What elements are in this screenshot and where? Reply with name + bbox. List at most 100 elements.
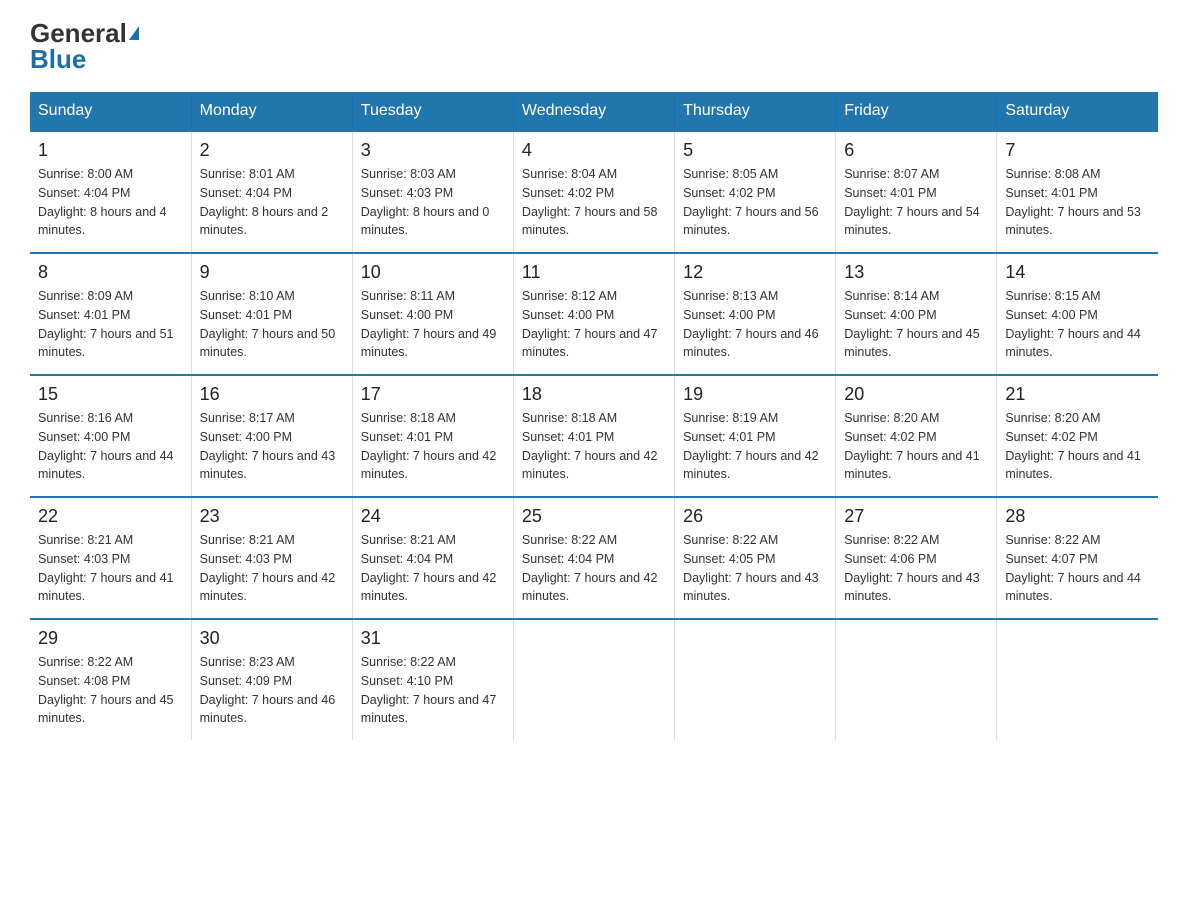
sunset-label: Sunset: 4:03 PM (361, 186, 453, 200)
sunset-label: Sunset: 4:01 PM (522, 430, 614, 444)
day-number: 21 (1005, 384, 1150, 405)
calendar-table: SundayMondayTuesdayWednesdayThursdayFrid… (30, 92, 1158, 740)
day-info: Sunrise: 8:05 AM Sunset: 4:02 PM Dayligh… (683, 165, 827, 240)
calendar-cell: 26 Sunrise: 8:22 AM Sunset: 4:05 PM Dayl… (675, 497, 836, 619)
header-monday: Monday (191, 92, 352, 131)
header-tuesday: Tuesday (352, 92, 513, 131)
day-info: Sunrise: 8:09 AM Sunset: 4:01 PM Dayligh… (38, 287, 183, 362)
calendar-week-row: 8 Sunrise: 8:09 AM Sunset: 4:01 PM Dayli… (30, 253, 1158, 375)
sunset-label: Sunset: 4:08 PM (38, 674, 130, 688)
day-number: 6 (844, 140, 988, 161)
sunset-label: Sunset: 4:04 PM (522, 552, 614, 566)
header: General Blue (30, 20, 1158, 72)
daylight-label: Daylight: 7 hours and 45 minutes. (844, 327, 980, 360)
logo: General Blue (30, 20, 139, 72)
calendar-cell (675, 619, 836, 740)
header-thursday: Thursday (675, 92, 836, 131)
calendar-cell: 23 Sunrise: 8:21 AM Sunset: 4:03 PM Dayl… (191, 497, 352, 619)
day-info: Sunrise: 8:21 AM Sunset: 4:04 PM Dayligh… (361, 531, 505, 606)
sunrise-label: Sunrise: 8:20 AM (1005, 411, 1100, 425)
calendar-cell: 28 Sunrise: 8:22 AM Sunset: 4:07 PM Dayl… (997, 497, 1158, 619)
day-info: Sunrise: 8:13 AM Sunset: 4:00 PM Dayligh… (683, 287, 827, 362)
day-number: 3 (361, 140, 505, 161)
daylight-label: Daylight: 7 hours and 56 minutes. (683, 205, 819, 238)
calendar-header-row: SundayMondayTuesdayWednesdayThursdayFrid… (30, 92, 1158, 131)
day-number: 24 (361, 506, 505, 527)
sunrise-label: Sunrise: 8:22 AM (844, 533, 939, 547)
day-number: 11 (522, 262, 666, 283)
calendar-cell: 6 Sunrise: 8:07 AM Sunset: 4:01 PM Dayli… (836, 131, 997, 253)
day-number: 25 (522, 506, 666, 527)
calendar-cell: 5 Sunrise: 8:05 AM Sunset: 4:02 PM Dayli… (675, 131, 836, 253)
sunrise-label: Sunrise: 8:10 AM (200, 289, 295, 303)
day-number: 7 (1005, 140, 1150, 161)
calendar-cell: 9 Sunrise: 8:10 AM Sunset: 4:01 PM Dayli… (191, 253, 352, 375)
sunrise-label: Sunrise: 8:17 AM (200, 411, 295, 425)
calendar-cell: 15 Sunrise: 8:16 AM Sunset: 4:00 PM Dayl… (30, 375, 191, 497)
sunrise-label: Sunrise: 8:19 AM (683, 411, 778, 425)
sunset-label: Sunset: 4:04 PM (38, 186, 130, 200)
sunset-label: Sunset: 4:01 PM (844, 186, 936, 200)
sunset-label: Sunset: 4:01 PM (683, 430, 775, 444)
day-number: 15 (38, 384, 183, 405)
header-sunday: Sunday (30, 92, 191, 131)
day-info: Sunrise: 8:21 AM Sunset: 4:03 PM Dayligh… (200, 531, 344, 606)
daylight-label: Daylight: 7 hours and 41 minutes. (38, 571, 174, 604)
day-number: 29 (38, 628, 183, 649)
daylight-label: Daylight: 7 hours and 50 minutes. (200, 327, 336, 360)
daylight-label: Daylight: 7 hours and 42 minutes. (200, 571, 336, 604)
sunrise-label: Sunrise: 8:12 AM (522, 289, 617, 303)
day-info: Sunrise: 8:20 AM Sunset: 4:02 PM Dayligh… (844, 409, 988, 484)
sunrise-label: Sunrise: 8:11 AM (361, 289, 455, 303)
logo-blue-text: Blue (30, 46, 86, 72)
header-friday: Friday (836, 92, 997, 131)
day-info: Sunrise: 8:00 AM Sunset: 4:04 PM Dayligh… (38, 165, 183, 240)
daylight-label: Daylight: 7 hours and 42 minutes. (683, 449, 819, 482)
sunset-label: Sunset: 4:02 PM (1005, 430, 1097, 444)
daylight-label: Daylight: 7 hours and 44 minutes. (1005, 327, 1141, 360)
day-number: 22 (38, 506, 183, 527)
logo-general-text: General (30, 20, 139, 46)
daylight-label: Daylight: 7 hours and 46 minutes. (200, 693, 336, 726)
calendar-cell: 2 Sunrise: 8:01 AM Sunset: 4:04 PM Dayli… (191, 131, 352, 253)
calendar-cell: 13 Sunrise: 8:14 AM Sunset: 4:00 PM Dayl… (836, 253, 997, 375)
calendar-cell: 27 Sunrise: 8:22 AM Sunset: 4:06 PM Dayl… (836, 497, 997, 619)
day-number: 19 (683, 384, 827, 405)
day-number: 10 (361, 262, 505, 283)
daylight-label: Daylight: 7 hours and 41 minutes. (1005, 449, 1141, 482)
day-info: Sunrise: 8:16 AM Sunset: 4:00 PM Dayligh… (38, 409, 183, 484)
daylight-label: Daylight: 7 hours and 43 minutes. (200, 449, 336, 482)
daylight-label: Daylight: 7 hours and 46 minutes. (683, 327, 819, 360)
daylight-label: Daylight: 7 hours and 54 minutes. (844, 205, 980, 238)
day-number: 27 (844, 506, 988, 527)
sunset-label: Sunset: 4:01 PM (200, 308, 292, 322)
sunset-label: Sunset: 4:01 PM (361, 430, 453, 444)
sunset-label: Sunset: 4:09 PM (200, 674, 292, 688)
sunrise-label: Sunrise: 8:23 AM (200, 655, 295, 669)
sunrise-label: Sunrise: 8:16 AM (38, 411, 133, 425)
day-number: 26 (683, 506, 827, 527)
calendar-cell (513, 619, 674, 740)
sunrise-label: Sunrise: 8:01 AM (200, 167, 295, 181)
day-number: 17 (361, 384, 505, 405)
day-info: Sunrise: 8:22 AM Sunset: 4:05 PM Dayligh… (683, 531, 827, 606)
sunrise-label: Sunrise: 8:03 AM (361, 167, 456, 181)
sunset-label: Sunset: 4:06 PM (844, 552, 936, 566)
sunset-label: Sunset: 4:04 PM (361, 552, 453, 566)
day-number: 20 (844, 384, 988, 405)
daylight-label: Daylight: 7 hours and 58 minutes. (522, 205, 658, 238)
calendar-cell: 1 Sunrise: 8:00 AM Sunset: 4:04 PM Dayli… (30, 131, 191, 253)
calendar-cell: 21 Sunrise: 8:20 AM Sunset: 4:02 PM Dayl… (997, 375, 1158, 497)
calendar-cell: 22 Sunrise: 8:21 AM Sunset: 4:03 PM Dayl… (30, 497, 191, 619)
daylight-label: Daylight: 7 hours and 43 minutes. (683, 571, 819, 604)
sunrise-label: Sunrise: 8:15 AM (1005, 289, 1100, 303)
calendar-cell: 29 Sunrise: 8:22 AM Sunset: 4:08 PM Dayl… (30, 619, 191, 740)
sunrise-label: Sunrise: 8:21 AM (361, 533, 456, 547)
sunrise-label: Sunrise: 8:13 AM (683, 289, 778, 303)
calendar-cell: 25 Sunrise: 8:22 AM Sunset: 4:04 PM Dayl… (513, 497, 674, 619)
day-info: Sunrise: 8:19 AM Sunset: 4:01 PM Dayligh… (683, 409, 827, 484)
calendar-cell (997, 619, 1158, 740)
day-number: 4 (522, 140, 666, 161)
daylight-label: Daylight: 7 hours and 45 minutes. (38, 693, 174, 726)
day-number: 30 (200, 628, 344, 649)
